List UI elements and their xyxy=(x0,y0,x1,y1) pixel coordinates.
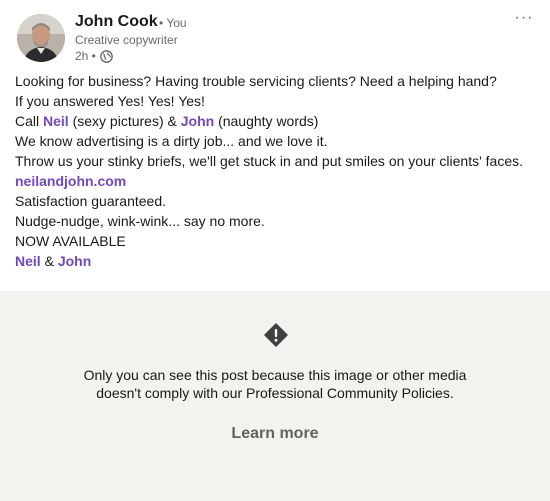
author-headline: Creative copywriter xyxy=(75,33,178,47)
signature-john-link[interactable]: John xyxy=(58,253,91,269)
mention-john-link[interactable]: John xyxy=(181,113,214,129)
text-fragment: & xyxy=(40,253,58,269)
restriction-line: Only you can see this post because this … xyxy=(83,367,467,383)
post-line: If you answered Yes! Yes! Yes! xyxy=(15,93,205,109)
post-line: Looking for business? Having trouble ser… xyxy=(15,73,497,89)
post-line: Throw us your stinky briefs, we'll get s… xyxy=(15,153,523,169)
restricted-media-panel: Only you can see this post because this … xyxy=(0,291,550,501)
author-avatar[interactable] xyxy=(17,14,65,62)
post-line: Satisfaction guaranteed. xyxy=(15,193,166,209)
signature-neil-link[interactable]: Neil xyxy=(15,253,41,269)
post-header: John Cook • You Creative copywriter 2h •… xyxy=(0,0,550,70)
post-line: NOW AVAILABLE xyxy=(15,233,126,249)
globe-icon xyxy=(100,49,113,63)
post-line: Nudge-nudge, wink-wink... say no more. xyxy=(15,213,265,229)
post-line: neilandjohn.com xyxy=(15,171,535,191)
feed-post: John Cook • You Creative copywriter 2h •… xyxy=(0,0,550,501)
warning-icon xyxy=(264,323,288,347)
author-name[interactable]: John Cook xyxy=(75,12,158,32)
text-fragment: Call xyxy=(15,113,44,129)
restriction-line: doesn't comply with our Professional Com… xyxy=(96,385,454,401)
text-fragment: (sexy pictures) & xyxy=(68,113,181,129)
post-time: 2h • xyxy=(75,49,96,63)
post-line: We know advertising is a dirty job... an… xyxy=(15,133,328,149)
learn-more-link[interactable]: Learn more xyxy=(231,425,318,442)
mention-neil-link[interactable]: Neil xyxy=(43,113,69,129)
author-relation: • You xyxy=(159,16,187,30)
post-line: Neil & John xyxy=(15,251,535,271)
post-line: Call Neil (sexy pictures) & John (naught… xyxy=(15,111,535,131)
more-options-button[interactable]: ··· xyxy=(512,10,536,30)
website-link[interactable]: neilandjohn.com xyxy=(15,173,126,189)
post-text: Looking for business? Having trouble ser… xyxy=(15,71,535,271)
learn-more-link-row: Learn more xyxy=(0,424,550,444)
restriction-message: Only you can see this post because this … xyxy=(0,366,550,402)
text-fragment: (naughty words) xyxy=(214,113,319,129)
post-meta: 2h • xyxy=(75,48,113,64)
